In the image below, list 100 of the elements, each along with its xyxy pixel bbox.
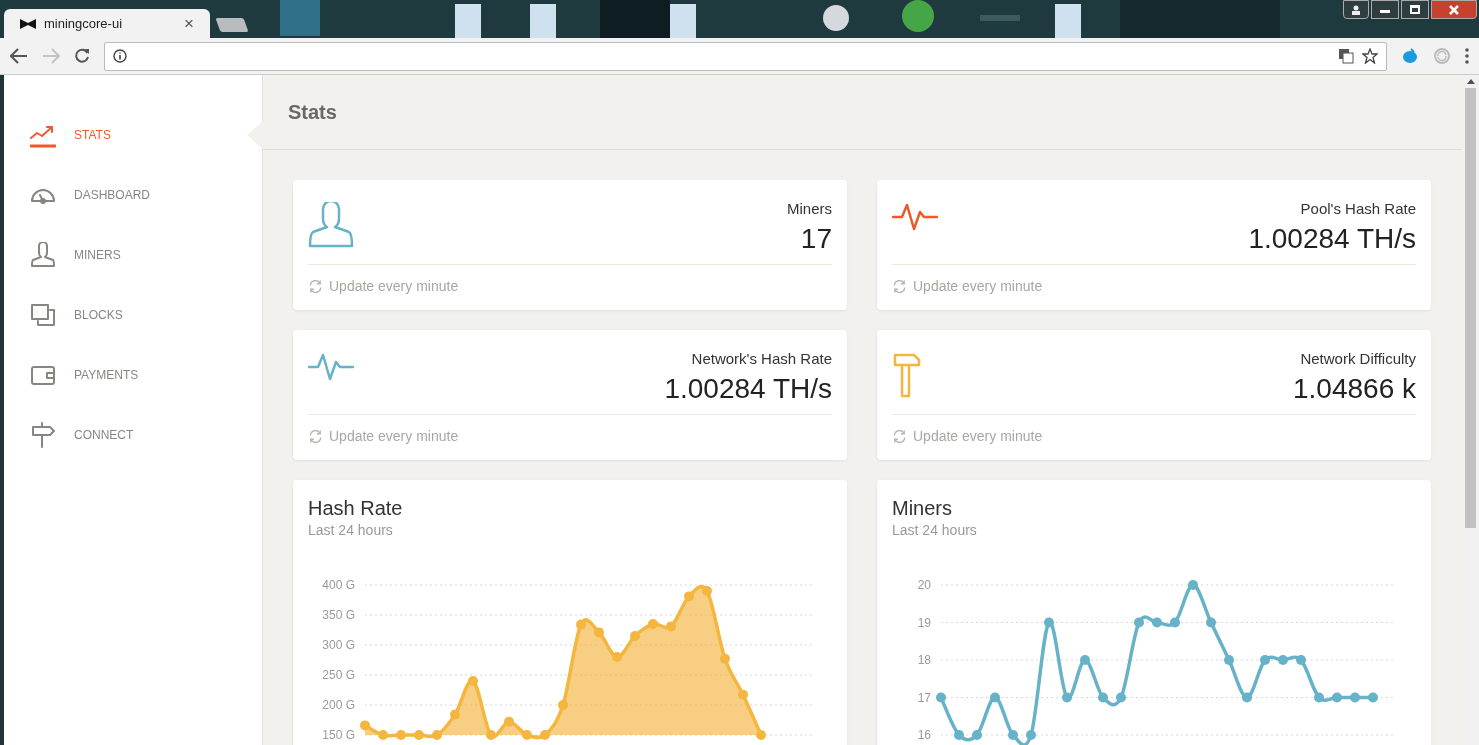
data-point [1152, 617, 1162, 628]
data-point [1170, 617, 1180, 628]
data-point [1098, 692, 1108, 703]
axis-label: 19 [917, 615, 931, 630]
data-point [1188, 580, 1198, 590]
data-point [738, 689, 748, 700]
active-pointer [247, 121, 263, 149]
data-point [1026, 730, 1036, 740]
data-point [1062, 692, 1072, 703]
sidebar-item[interactable]: DASHBOARD [4, 165, 262, 225]
data-point [702, 586, 712, 596]
data-point [1296, 655, 1306, 665]
data-point [954, 730, 964, 740]
tab-close-button[interactable]: × [184, 10, 194, 37]
data-point [1044, 617, 1054, 628]
data-point [360, 720, 370, 731]
data-point [396, 730, 406, 740]
data-point [486, 730, 496, 740]
data-point [576, 619, 586, 630]
stat-label: Pool's Hash Rate [1300, 199, 1416, 219]
data-point [378, 730, 388, 740]
data-point [936, 692, 946, 703]
axis-label: 200 G [322, 698, 355, 712]
axis-label: 17 [917, 690, 931, 705]
data-point [468, 676, 478, 686]
data-point [720, 653, 730, 664]
user-icon [308, 202, 354, 248]
stat-value: 1.00284 TH/s [664, 371, 832, 406]
tab-title: miningcore-ui [44, 14, 124, 33]
chart-subtitle: Last 24 hours [308, 521, 394, 540]
axis-label: 150 G [322, 728, 355, 742]
close-button[interactable] [1431, 0, 1477, 19]
stat-value: 1.04866 k [1293, 371, 1416, 406]
data-point [522, 730, 532, 740]
data-point [1116, 692, 1126, 703]
extension-icon[interactable] [1401, 47, 1419, 65]
pulse-icon [892, 202, 938, 232]
chart-title: Miners [892, 496, 953, 520]
pulse-icon [308, 352, 354, 382]
reload-icon[interactable] [74, 48, 90, 64]
sidebar-item[interactable]: MINERS [4, 225, 262, 285]
chart-subtitle: Last 24 hours [892, 521, 978, 540]
axis-label: 20 [917, 578, 931, 592]
star-icon[interactable] [1362, 48, 1378, 64]
data-point [414, 730, 424, 740]
bowtie-icon [20, 18, 36, 29]
minimize-button[interactable] [1371, 0, 1399, 19]
data-point [1008, 730, 1018, 740]
signpost-icon [30, 422, 56, 448]
hammer-icon [892, 352, 922, 398]
refresh-icon [308, 429, 323, 444]
data-point [504, 716, 514, 727]
menu-icon[interactable] [1465, 48, 1469, 64]
data-point [1332, 692, 1342, 703]
scrollbar-thumb[interactable] [1465, 88, 1476, 528]
sidebar-item[interactable]: BLOCKS [4, 285, 262, 345]
data-point [1278, 655, 1288, 665]
axis-label: 350 G [322, 608, 355, 622]
data-point [540, 730, 550, 740]
data-point [1314, 692, 1324, 703]
chart-title: Hash Rate [308, 496, 404, 520]
data-point [648, 619, 658, 629]
data-point [450, 709, 460, 720]
maximize-button[interactable] [1401, 0, 1429, 19]
stat-label: Network Difficulty [1300, 349, 1416, 369]
browser-tab[interactable]: miningcore-ui × [4, 9, 210, 38]
data-point [756, 730, 766, 740]
data-point [612, 652, 622, 662]
sidebar-item[interactable]: CONNECT [4, 405, 262, 465]
stat-footer: Update every minute [913, 276, 1043, 297]
data-point [684, 591, 694, 602]
data-point [1350, 692, 1360, 703]
sidebar-item[interactable]: STATS [4, 105, 262, 165]
user-button[interactable] [1343, 0, 1369, 19]
data-point [1134, 617, 1144, 628]
data-point [990, 692, 1000, 703]
axis-label: 18 [917, 653, 931, 667]
refresh-icon [308, 279, 323, 294]
axis-label: 16 [917, 728, 931, 742]
refresh-icon [892, 429, 907, 444]
scroll-up-icon[interactable] [1466, 79, 1475, 84]
back-icon[interactable] [10, 48, 28, 64]
address-field[interactable] [104, 41, 1387, 71]
data-point [1224, 655, 1234, 665]
stat-label: Network's Hash Rate [691, 349, 832, 369]
data-point [558, 700, 568, 710]
stat-value: 17 [800, 221, 832, 256]
axis-label: 400 G [322, 578, 355, 592]
user-icon [30, 242, 56, 268]
data-point [972, 730, 982, 740]
stat-value: 1.00284 TH/s [1248, 221, 1416, 256]
translate-icon[interactable] [1338, 48, 1354, 64]
data-point [1080, 655, 1090, 665]
sidebar-item[interactable]: PAYMENTS [4, 345, 262, 405]
data-point [1368, 692, 1378, 703]
stat-label: Miners [787, 199, 832, 219]
info-icon [113, 49, 127, 63]
data-point [630, 631, 640, 641]
stat-footer: Update every minute [913, 426, 1043, 447]
refresh-icon [892, 279, 907, 294]
